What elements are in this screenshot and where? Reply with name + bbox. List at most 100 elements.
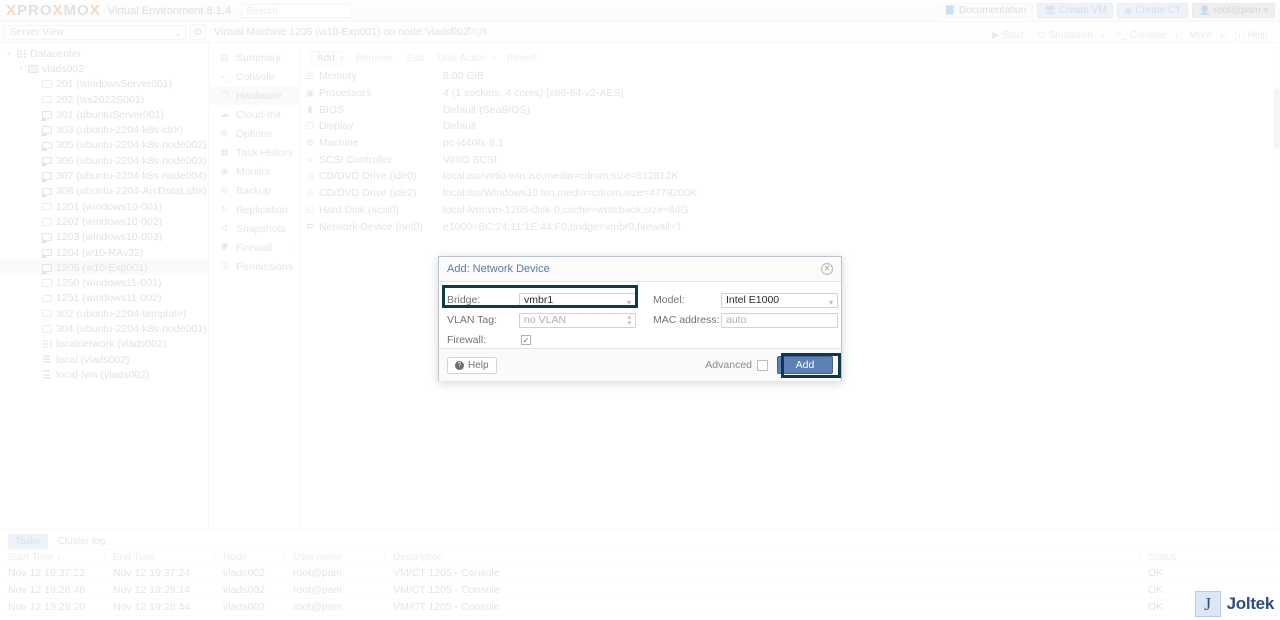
nav-item-hardware[interactable]: ❐ Hardware xyxy=(210,86,299,105)
tree-item[interactable]: 1201 (windows10-001) xyxy=(0,199,208,214)
console-chevron-icon[interactable]: ▾ xyxy=(1175,32,1179,40)
hardware-row[interactable]: ▮ BIOS Default (SeaBIOS) xyxy=(301,101,1280,118)
add-network-device-dialog[interactable]: Add: Network Device ✕ Bridge: vmbr1 ▾ VL… xyxy=(438,256,842,381)
add-button[interactable]: Add xyxy=(777,356,833,374)
nav-item-backup[interactable]: ⧉ Backup xyxy=(210,181,299,200)
tree-item[interactable]: 303 (ubuntu-2204-k8s-ctrlr) xyxy=(0,122,208,137)
documentation-button[interactable]: 📘 Documentation xyxy=(937,3,1034,18)
tree-expand-arrow[interactable]: ▾ xyxy=(16,65,26,73)
hardware-toolbar[interactable]: Add ▾ Remove Edit Disk Action ▾ Revert xyxy=(301,48,1280,68)
nav-item-snapshots[interactable]: ↺ Snapshots xyxy=(210,219,299,238)
tree-item[interactable]: 1203 (windows10-003) xyxy=(0,230,208,245)
search-input[interactable]: Search xyxy=(241,3,352,18)
shutdown-button[interactable]: ⏻ Shutdown xyxy=(1032,29,1099,42)
tree-item[interactable]: 201 (windowsServer001) xyxy=(0,77,208,92)
hardware-row[interactable]: ≡ SCSI Controller VirtIO SCSI xyxy=(301,151,1280,168)
hardware-row[interactable]: ▣ Processors 4 (1 sockets, 4 cores) [x86-6… xyxy=(301,85,1280,102)
tree-item[interactable]: 1202 (windows10-002) xyxy=(0,214,208,229)
toolbar-divider xyxy=(1180,30,1182,41)
tree-item[interactable]: 301 (ubuntuServer001) xyxy=(0,107,208,122)
tasks-table-header: Start Time ↓ End Time Node User name Descrip… xyxy=(0,549,1280,565)
scrollbar-thumb[interactable] xyxy=(1274,89,1280,149)
table-row[interactable]: Nov 12 19:37:22 Nov 12 19:37:24 vlads002 ro… xyxy=(0,565,1280,582)
column-header[interactable]: End Time xyxy=(105,551,215,563)
tree-item[interactable]: 307 (ubuntu-2204-k8s-node004) xyxy=(0,168,208,183)
shutdown-chevron-icon[interactable]: ▾ xyxy=(1101,32,1105,40)
tab-cluster-log[interactable]: Cluster log xyxy=(51,534,113,549)
edit-button: Edit xyxy=(406,52,424,64)
user-menu-button[interactable]: 👤 root@pam ▾ xyxy=(1192,3,1275,18)
tree-item[interactable]: ▾ Datacenter xyxy=(0,46,208,61)
tab-tasks[interactable]: Tasks xyxy=(8,533,48,549)
pencil-icon[interactable]: ✎ xyxy=(481,26,489,37)
tree-item[interactable]: local (vlads002) xyxy=(0,352,208,367)
console-button[interactable]: >_ Console xyxy=(1109,29,1172,42)
gear-icon: ⚙ xyxy=(193,26,203,38)
column-header[interactable]: Description xyxy=(385,551,1140,563)
hardware-row[interactable]: ◎ CD/DVD Drive (ide2) local:iso/Windows10.… xyxy=(301,185,1280,202)
firewall-checkbox[interactable]: ✓ xyxy=(521,335,531,345)
hardware-row[interactable]: ❐ Display Default xyxy=(301,118,1280,135)
vlan-tag-input[interactable]: no VLAN ▴ ▾ xyxy=(519,312,636,328)
tree-item[interactable]: 308 (ubuntu-2204-ArcDataLabs) xyxy=(0,184,208,199)
column-header[interactable]: User name xyxy=(285,551,385,563)
tree-item[interactable]: 302 (ubuntu-2204-template) xyxy=(0,306,208,321)
nav-item-cloud-init[interactable]: ☁ Cloud-Init xyxy=(210,105,299,124)
tree-item[interactable]: 202 (ws2022S001) xyxy=(0,92,208,107)
more-chevron-icon[interactable]: ▾ xyxy=(1220,32,1224,40)
add-button[interactable]: Add xyxy=(310,50,342,66)
nav-item-replication[interactable]: ↻ Replication xyxy=(210,200,299,219)
tree-item[interactable]: 306 (ubuntu-2204-k8s-node003) xyxy=(0,153,208,168)
start-button[interactable]: ▶ Start xyxy=(986,29,1030,42)
nav-item-summary[interactable]: ▤ Summary xyxy=(210,48,299,67)
tree-item[interactable]: 1205 (w10-Exp001) xyxy=(0,260,208,276)
tree-item[interactable]: 304 (ubuntu-2204-k8s-node001) xyxy=(0,321,208,336)
column-header[interactable]: Status xyxy=(1140,552,1280,563)
spinner-icon[interactable]: ▴ ▾ xyxy=(627,314,631,327)
nav-item-console[interactable]: >_ Console xyxy=(210,67,299,86)
tree-item[interactable]: local-lvm (vlads002) xyxy=(0,367,208,382)
tree-item[interactable]: 1250 (windows11-001) xyxy=(0,275,208,290)
create-vm-button[interactable]: 🖥 Create VM xyxy=(1037,3,1114,18)
tree-item[interactable]: 1204 (w10-RAv32) xyxy=(0,245,208,260)
column-header[interactable]: Start Time ↓ xyxy=(0,551,105,563)
nav-item-firewall[interactable]: ⛊ Firewall › xyxy=(210,238,299,257)
advanced-checkbox[interactable] xyxy=(757,359,768,371)
settings-gear-button[interactable]: ⚙ xyxy=(190,24,206,40)
model-select[interactable]: Intel E1000 ▾ xyxy=(721,292,838,308)
create-ct-button[interactable]: ◉ Create CT xyxy=(1117,3,1189,18)
vm-navigation-menu[interactable]: ▤ Summary >_ Console ❐ Hardware ☁ Cloud-Init ⚙ Op… xyxy=(210,48,300,528)
tree-item[interactable]: 305 (ubuntu-2204-k8s-node002) xyxy=(0,138,208,153)
hardware-row[interactable]: ☰ Memory 8.00 GiB xyxy=(301,68,1280,85)
table-row[interactable]: Nov 12 19:28:20 Nov 12 19:28:44 vlads002 ro… xyxy=(0,599,1280,616)
tasks-tabbar[interactable]: Tasks Cluster log xyxy=(0,530,1280,549)
chevron-down-icon: ▾ xyxy=(626,297,631,307)
close-icon[interactable]: ✕ xyxy=(821,263,833,275)
mac-address-input[interactable]: auto xyxy=(721,312,838,328)
help-button[interactable]: ⓘ Help xyxy=(1228,27,1274,44)
server-view-select[interactable]: Server View ▾ xyxy=(4,25,186,40)
hardware-row[interactable]: ⇄ Network Device (net0) e1000=BC:24:11:1E:… xyxy=(301,218,1280,235)
server-view-tree[interactable]: ▾ Datacenter ▾ vlads002 201 (windowsServer00… xyxy=(0,43,209,528)
tree-item[interactable]: ▾ vlads002 xyxy=(0,61,208,76)
chevron-right-icon[interactable]: › xyxy=(292,244,294,251)
tree-item[interactable]: localnetwork (vlads002) xyxy=(0,337,208,352)
nav-item-options[interactable]: ⚙ Options xyxy=(210,124,299,143)
hardware-row[interactable]: ◎ CD/DVD Drive (ide0) local:iso/virtio-win… xyxy=(301,168,1280,185)
bridge-select[interactable]: vmbr1 ▾ xyxy=(519,292,636,308)
chevron-down-icon[interactable]: ▾ xyxy=(341,54,345,62)
help-button[interactable]: ? Help xyxy=(447,356,497,374)
nav-item-permissions[interactable]: ⚿ Permissions xyxy=(210,257,299,276)
proxmox-logo[interactable]: X PRO X MO X xyxy=(0,2,101,19)
hardware-row[interactable]: ⚙ Machine pc-i440fx-8.1 xyxy=(301,135,1280,152)
nav-item-monitor[interactable]: ◉ Monitor xyxy=(210,162,299,181)
nav-item-task-history[interactable]: ▦ Task History xyxy=(210,143,299,162)
tree-expand-arrow[interactable]: ▾ xyxy=(4,50,14,58)
help-label: Help xyxy=(1247,30,1268,41)
more-button[interactable]: More xyxy=(1183,29,1218,42)
hardware-row[interactable]: ◱ Hard Disk (scsi0) local-lvm:vm-1205-disk… xyxy=(301,202,1280,219)
column-header[interactable]: Node xyxy=(215,551,285,563)
tree-item[interactable]: 1251 (windows11-002) xyxy=(0,291,208,306)
vertical-scrollbar[interactable] xyxy=(1274,43,1280,528)
table-row[interactable]: Nov 12 19:28:46 Nov 12 19:29:14 vlads002 ro… xyxy=(0,582,1280,599)
